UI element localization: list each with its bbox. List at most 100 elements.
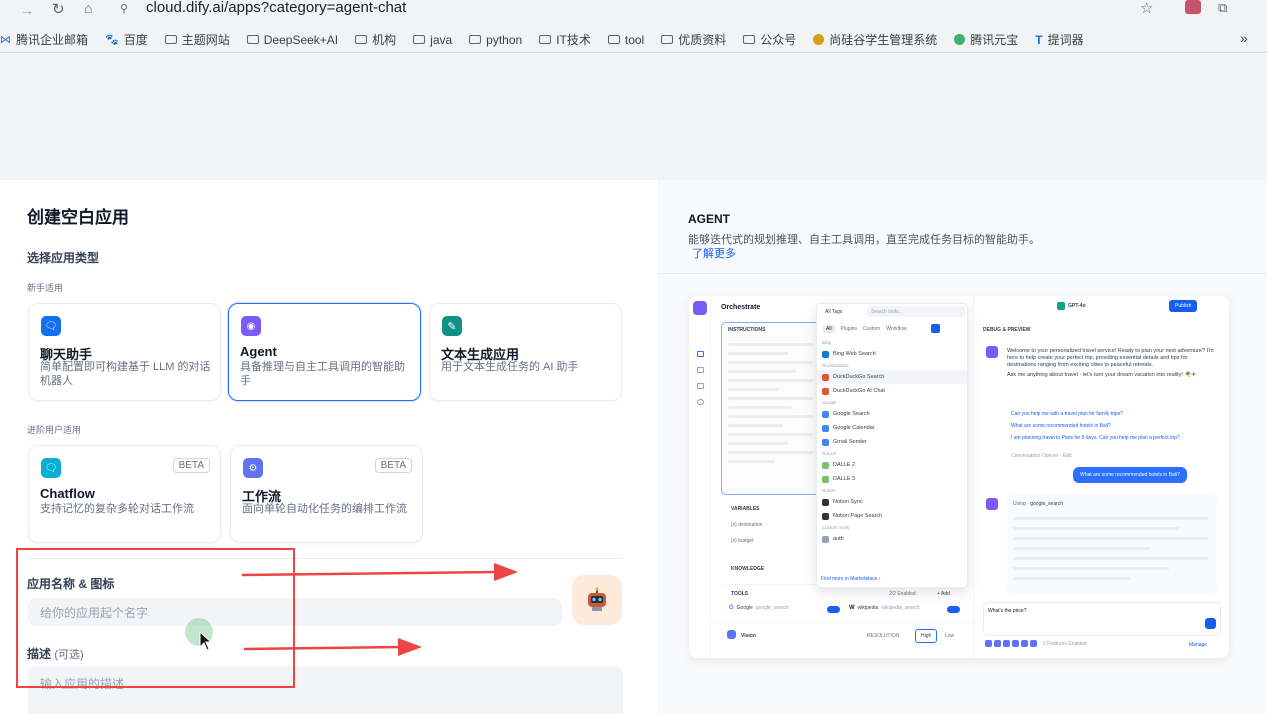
chat-assistant-card[interactable]: 🗨 聊天助手 简单配置即可构建基于 LLM 的对话机器人 (28, 303, 221, 401)
tool-group-header: Custom Tools (822, 525, 850, 530)
model-icon (1057, 302, 1065, 310)
reload-icon[interactable]: ↻ (52, 0, 65, 18)
tool-icon (822, 424, 829, 432)
agent-card[interactable]: ◉ Agent 具备推理与自主工具调用的智能助手 (228, 303, 421, 401)
chatflow-card[interactable]: 🗨 BETA Chatflow 支持记忆的复杂多轮对话工作流 (28, 445, 221, 543)
beta-badge: BETA (172, 458, 210, 473)
text-generation-card[interactable]: ✎ 文本生成应用 用于文本生成任务的 AI 助手 (429, 303, 622, 401)
home-icon[interactable]: ⌂ (84, 0, 92, 16)
bookmark-baidu[interactable]: 🐾 百度 (105, 31, 148, 48)
user-message-bubble: What are some recommended hotels in Bali… (1073, 467, 1187, 483)
bookmark-folder[interactable]: 公众号 (743, 31, 796, 48)
yuanbao-icon (954, 34, 966, 45)
tool-icon (822, 410, 829, 418)
vision-label: Vision (741, 633, 756, 639)
chatflow-icon: 🗨 (41, 458, 61, 478)
instructions-box: INSTRUCTIONS (721, 322, 821, 495)
all-tags-filter[interactable]: All Tags (825, 309, 842, 315)
send-icon[interactable] (1205, 618, 1216, 629)
tool-list-item[interactable]: Notion Sync (817, 495, 967, 509)
folder-icon (355, 35, 368, 44)
toggle-google[interactable] (827, 606, 840, 613)
chat-bot-avatar (986, 346, 998, 358)
tool-google-row: G Google google_search (729, 605, 789, 611)
tab-workflow[interactable]: Workflow (886, 326, 906, 332)
tool-list-item[interactable]: DuckDuckGo Search (817, 370, 967, 384)
variables-label: VARIABLES (731, 506, 760, 512)
tool-list-item[interactable]: Google Search (817, 407, 967, 421)
bookmark-tencent-mail[interactable]: ⋈ 腾讯企业邮箱 (0, 31, 88, 48)
text-icon: T (1035, 32, 1043, 47)
wikipedia-icon: W (849, 605, 855, 611)
workflow-card[interactable]: ⚙ BETA 工作流 面向单轮自动化任务的编排工作流 (230, 445, 423, 543)
tools-label: TOOLS (731, 591, 749, 597)
bookmark-folder[interactable]: 机构 (355, 31, 396, 48)
tool-group-header: DuckDuckGo (822, 363, 849, 368)
folder-icon (607, 35, 620, 44)
tab-custom[interactable]: Custom (863, 326, 880, 332)
folder-icon (539, 35, 552, 44)
more-bookmarks-icon[interactable]: » (1240, 30, 1248, 46)
tool-group-header: Bing (822, 340, 832, 345)
model-selector[interactable]: GPT-4o (1057, 302, 1086, 310)
tab-all[interactable]: All (823, 324, 835, 333)
toggle-wikipedia[interactable] (947, 606, 960, 613)
tool-list-item[interactable]: DuckDuckGo AI Chat (817, 384, 967, 398)
tab-plugins[interactable]: Plugins (841, 326, 857, 332)
tool-icon (822, 350, 829, 358)
add-tool-button[interactable]: + Add (937, 591, 950, 597)
vision-icon (727, 630, 736, 639)
chat-input[interactable]: What's the price? (983, 602, 1221, 636)
advanced-label: 进阶用户适用 (27, 425, 82, 435)
bookmark-folder[interactable]: IT技术 (539, 31, 591, 48)
tool-search-input[interactable]: Search tools... (867, 306, 965, 317)
tool-list: Bing Bing Web Search DuckDuckGo DuckDuckGo … (817, 338, 967, 546)
learn-more-link[interactable]: 了解更多 (692, 245, 736, 261)
star-icon[interactable]: ☆ (1140, 0, 1153, 17)
tool-list-item[interactable]: Bing Web Search (817, 347, 967, 361)
bookmark-folder[interactable]: python (469, 33, 522, 47)
bookmark-folder[interactable]: java (413, 33, 452, 47)
extension-icon[interactable] (1185, 0, 1201, 14)
tab-icon[interactable]: ⧉ (1218, 0, 1227, 16)
url-text[interactable]: cloud.dify.ai/apps?category=agent-chat (146, 0, 406, 16)
folder-icon (413, 35, 426, 44)
bookmark-folder[interactable]: 优质资料 (661, 31, 726, 48)
tool-list-item[interactable]: DALLE 3 (817, 472, 967, 486)
agent-icon: ◉ (241, 316, 261, 336)
google-icon: G (729, 605, 734, 611)
chat-bot-icon: 🗨 (41, 316, 61, 336)
tool-icon (822, 373, 829, 381)
tools-enabled-count: 2/2 Enabled (889, 591, 916, 597)
bookmark-folder[interactable]: tool (607, 33, 644, 47)
bookmark-yuanbao[interactable]: 腾讯元宝 (954, 31, 1018, 48)
tool-list-item[interactable]: Gmail Sender (817, 435, 967, 449)
bookmark-folder[interactable]: 主题网站 (164, 31, 230, 48)
tool-list-item[interactable]: DALLE 2 (817, 458, 967, 472)
bookmark-student-system[interactable]: 尚硅谷学生管理系统 (813, 31, 937, 48)
manage-features-link[interactable]: Manage (1189, 642, 1207, 648)
agent-preview-screenshot: Orchestrate INSTRUCTIONS VARIABLES {x} d… (689, 296, 1229, 658)
cursor-icon (199, 631, 213, 651)
tool-list-item[interactable]: auth (817, 532, 967, 546)
marketplace-link[interactable]: Find more in Marketplace › (821, 576, 880, 582)
divider (659, 273, 1267, 274)
bookmark-folder[interactable]: DeepSeek+AI (246, 33, 338, 47)
add-tool-plus-icon[interactable] (930, 324, 940, 333)
site-info-icon[interactable]: ⚲ (120, 2, 128, 15)
suggested-questions: Can you help me with a travel plan for f… (1011, 411, 1180, 441)
app-icon-picker[interactable] (572, 575, 622, 625)
beginner-label: 新手适用 (27, 283, 64, 293)
publish-button[interactable]: Publish (1169, 300, 1198, 312)
type-label: 选择应用类型 (27, 251, 100, 265)
tool-group-header: Notion (822, 488, 836, 493)
bookmark-prompter[interactable]: T 提词器 (1035, 31, 1083, 48)
workflow-icon: ⚙ (243, 458, 263, 478)
tool-list-item[interactable]: Notion Page Search (817, 509, 967, 523)
resolution-high-button[interactable]: High (915, 629, 938, 643)
tool-list-item[interactable]: Google Calendar (817, 421, 967, 435)
forward-icon[interactable]: → (20, 2, 34, 18)
resolution-low-button[interactable]: Low (945, 633, 954, 639)
address-bar-area: → ↻ ⌂ ⚲ cloud.dify.ai/apps?category=agen… (0, 0, 1267, 25)
folder-icon (246, 35, 259, 44)
